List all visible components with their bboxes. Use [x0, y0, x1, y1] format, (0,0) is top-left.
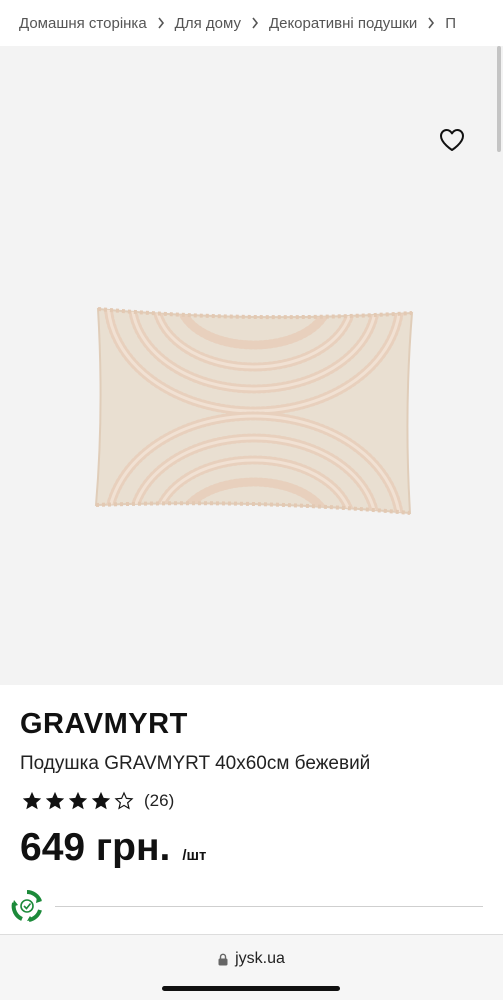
star-filled-icon: [68, 791, 88, 810]
eco-recycle-badge-icon[interactable]: [9, 888, 45, 924]
price-unit: /шт: [182, 847, 207, 864]
pillow-product-image[interactable]: [88, 301, 420, 526]
star-empty-icon: [114, 791, 134, 810]
rating-count[interactable]: (26): [144, 791, 174, 811]
divider: [55, 906, 483, 907]
wishlist-heart-icon[interactable]: [439, 128, 465, 152]
star-filled-icon: [45, 791, 65, 810]
product-brand: GRAVMYRT: [20, 708, 188, 740]
browser-url-bar[interactable]: jysk.ua: [0, 934, 503, 1000]
breadcrumb-home[interactable]: Домашня сторінка: [19, 15, 147, 32]
chevron-right-icon: [241, 16, 269, 30]
chevron-right-icon: [417, 16, 445, 30]
lock-icon: [218, 953, 228, 965]
price-row: 649 грн. /шт: [20, 826, 206, 870]
url-display[interactable]: jysk.ua: [0, 950, 503, 968]
url-text: jysk.ua: [235, 950, 285, 967]
product-gallery[interactable]: [0, 46, 503, 685]
star-filled-icon: [22, 791, 42, 810]
chevron-right-icon: [147, 16, 175, 30]
breadcrumb-current[interactable]: П: [445, 15, 456, 32]
home-indicator[interactable]: [162, 986, 340, 991]
breadcrumb: Домашня сторінка Для дому Декоративні по…: [0, 0, 503, 46]
breadcrumb-for-home[interactable]: Для дому: [175, 15, 241, 32]
rating[interactable]: (26): [21, 790, 174, 812]
price: 649 грн.: [20, 826, 171, 869]
star-filled-icon: [91, 791, 111, 810]
breadcrumb-decorative-pillows[interactable]: Декоративні подушки: [269, 15, 417, 32]
scrollbar[interactable]: [497, 46, 501, 152]
product-name: Подушка GRAVMYRT 40x60см бежевий: [20, 753, 371, 774]
